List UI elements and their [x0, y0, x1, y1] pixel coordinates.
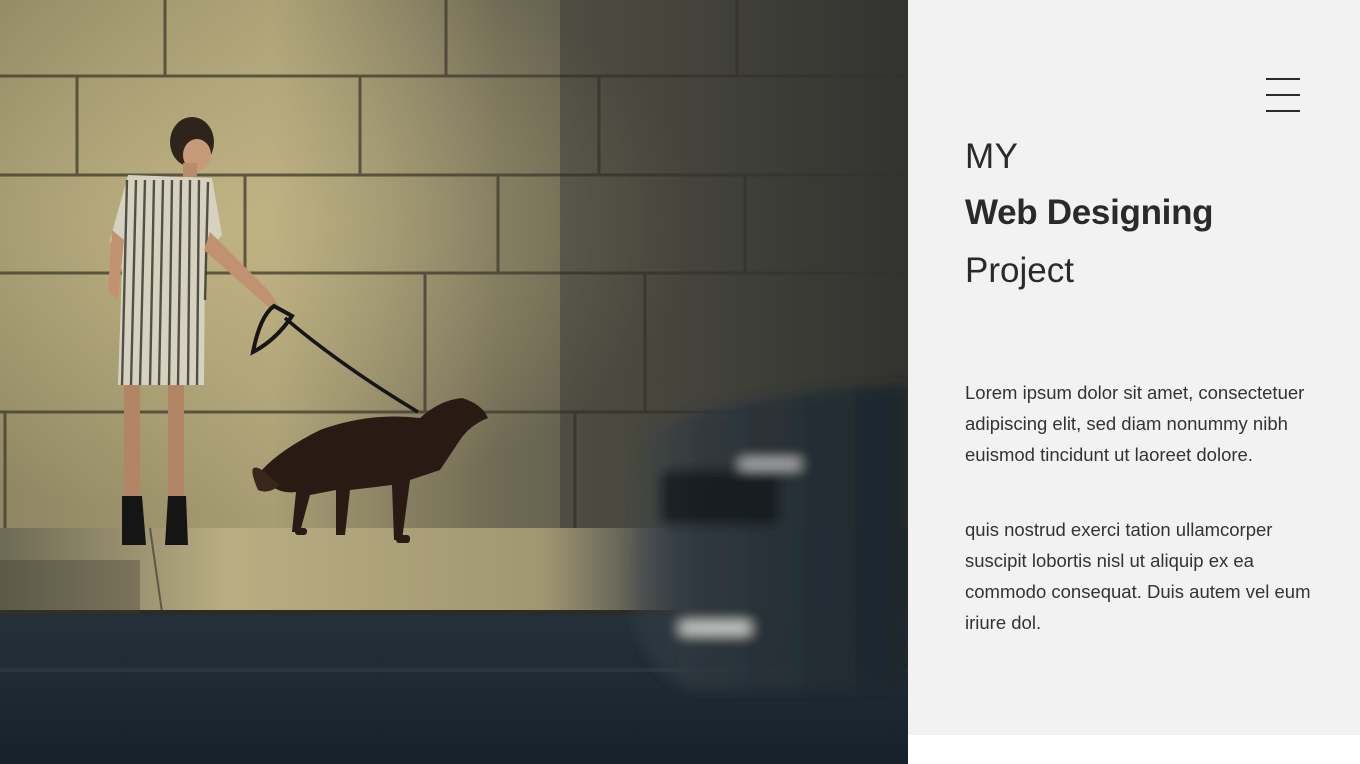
body-paragraph-1: Lorem ipsum dolor sit amet, consectetuer…: [965, 382, 1305, 465]
panel-footer-strip: [908, 735, 1360, 764]
body-paragraph-2: quis nostrud exerci tation ullamcorper s…: [965, 519, 1311, 633]
menu-bar-middle: [1266, 94, 1300, 96]
text-panel: MY Web Designing Project Lorem ipsum dol…: [908, 0, 1360, 735]
menu-bar-bottom: [1266, 110, 1300, 112]
hero-photo: [0, 0, 908, 764]
hamburger-menu-icon[interactable]: [1264, 76, 1302, 116]
title-line-web-designing: Web Designing: [965, 193, 1214, 232]
title-line-project: Project: [965, 251, 1074, 290]
menu-bar-top: [1266, 78, 1300, 80]
title-line-my: MY: [965, 137, 1019, 176]
slide: MY Web Designing Project Lorem ipsum dol…: [0, 0, 1360, 764]
